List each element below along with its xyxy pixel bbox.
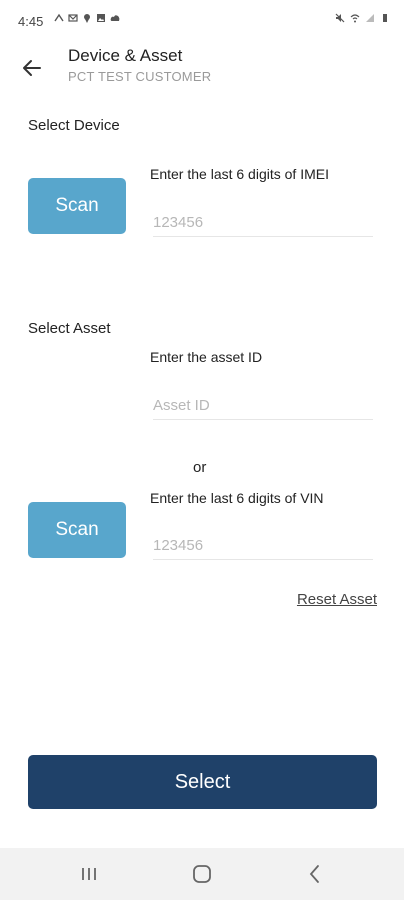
asset-id-field-label: Enter the asset ID bbox=[150, 349, 263, 365]
status-bar: 4:45 bbox=[0, 0, 404, 44]
cloud-icon bbox=[110, 15, 120, 21]
imei-input[interactable] bbox=[153, 208, 373, 237]
system-back-icon[interactable] bbox=[302, 862, 328, 886]
back-arrow-icon[interactable] bbox=[18, 54, 46, 82]
scan-device-button[interactable]: Scan bbox=[28, 178, 126, 234]
battery-icon bbox=[383, 14, 387, 22]
app-bar: Device & Asset PCT TEST CUSTOMER bbox=[0, 44, 404, 100]
signal-icon bbox=[366, 14, 374, 22]
location-icon bbox=[84, 14, 90, 23]
customer-subtitle: PCT TEST CUSTOMER bbox=[68, 69, 212, 84]
recent-apps-icon[interactable] bbox=[76, 862, 102, 886]
image-icon bbox=[97, 14, 105, 22]
asset-id-input[interactable] bbox=[153, 391, 373, 420]
wifi-icon bbox=[350, 14, 360, 23]
home-icon[interactable] bbox=[189, 862, 215, 886]
select-asset-heading: Select Asset bbox=[28, 320, 111, 337]
select-button[interactable]: Select bbox=[28, 755, 377, 809]
status-time: 4:45 bbox=[18, 14, 44, 29]
gmail-icon bbox=[68, 14, 78, 22]
vin-field-label: Enter the last 6 digits of VIN bbox=[150, 490, 324, 506]
select-device-heading: Select Device bbox=[28, 117, 120, 134]
signal-cast-icon bbox=[54, 13, 64, 22]
mute-icon bbox=[335, 13, 345, 23]
page-title: Device & Asset bbox=[68, 46, 183, 65]
or-separator: or bbox=[193, 459, 207, 476]
reset-asset-link[interactable]: Reset Asset bbox=[297, 591, 377, 608]
imei-field-label: Enter the last 6 digits of IMEI bbox=[150, 166, 329, 182]
scan-asset-button[interactable]: Scan bbox=[28, 502, 126, 558]
vin-input[interactable] bbox=[153, 531, 373, 560]
system-nav-bar bbox=[0, 848, 404, 900]
